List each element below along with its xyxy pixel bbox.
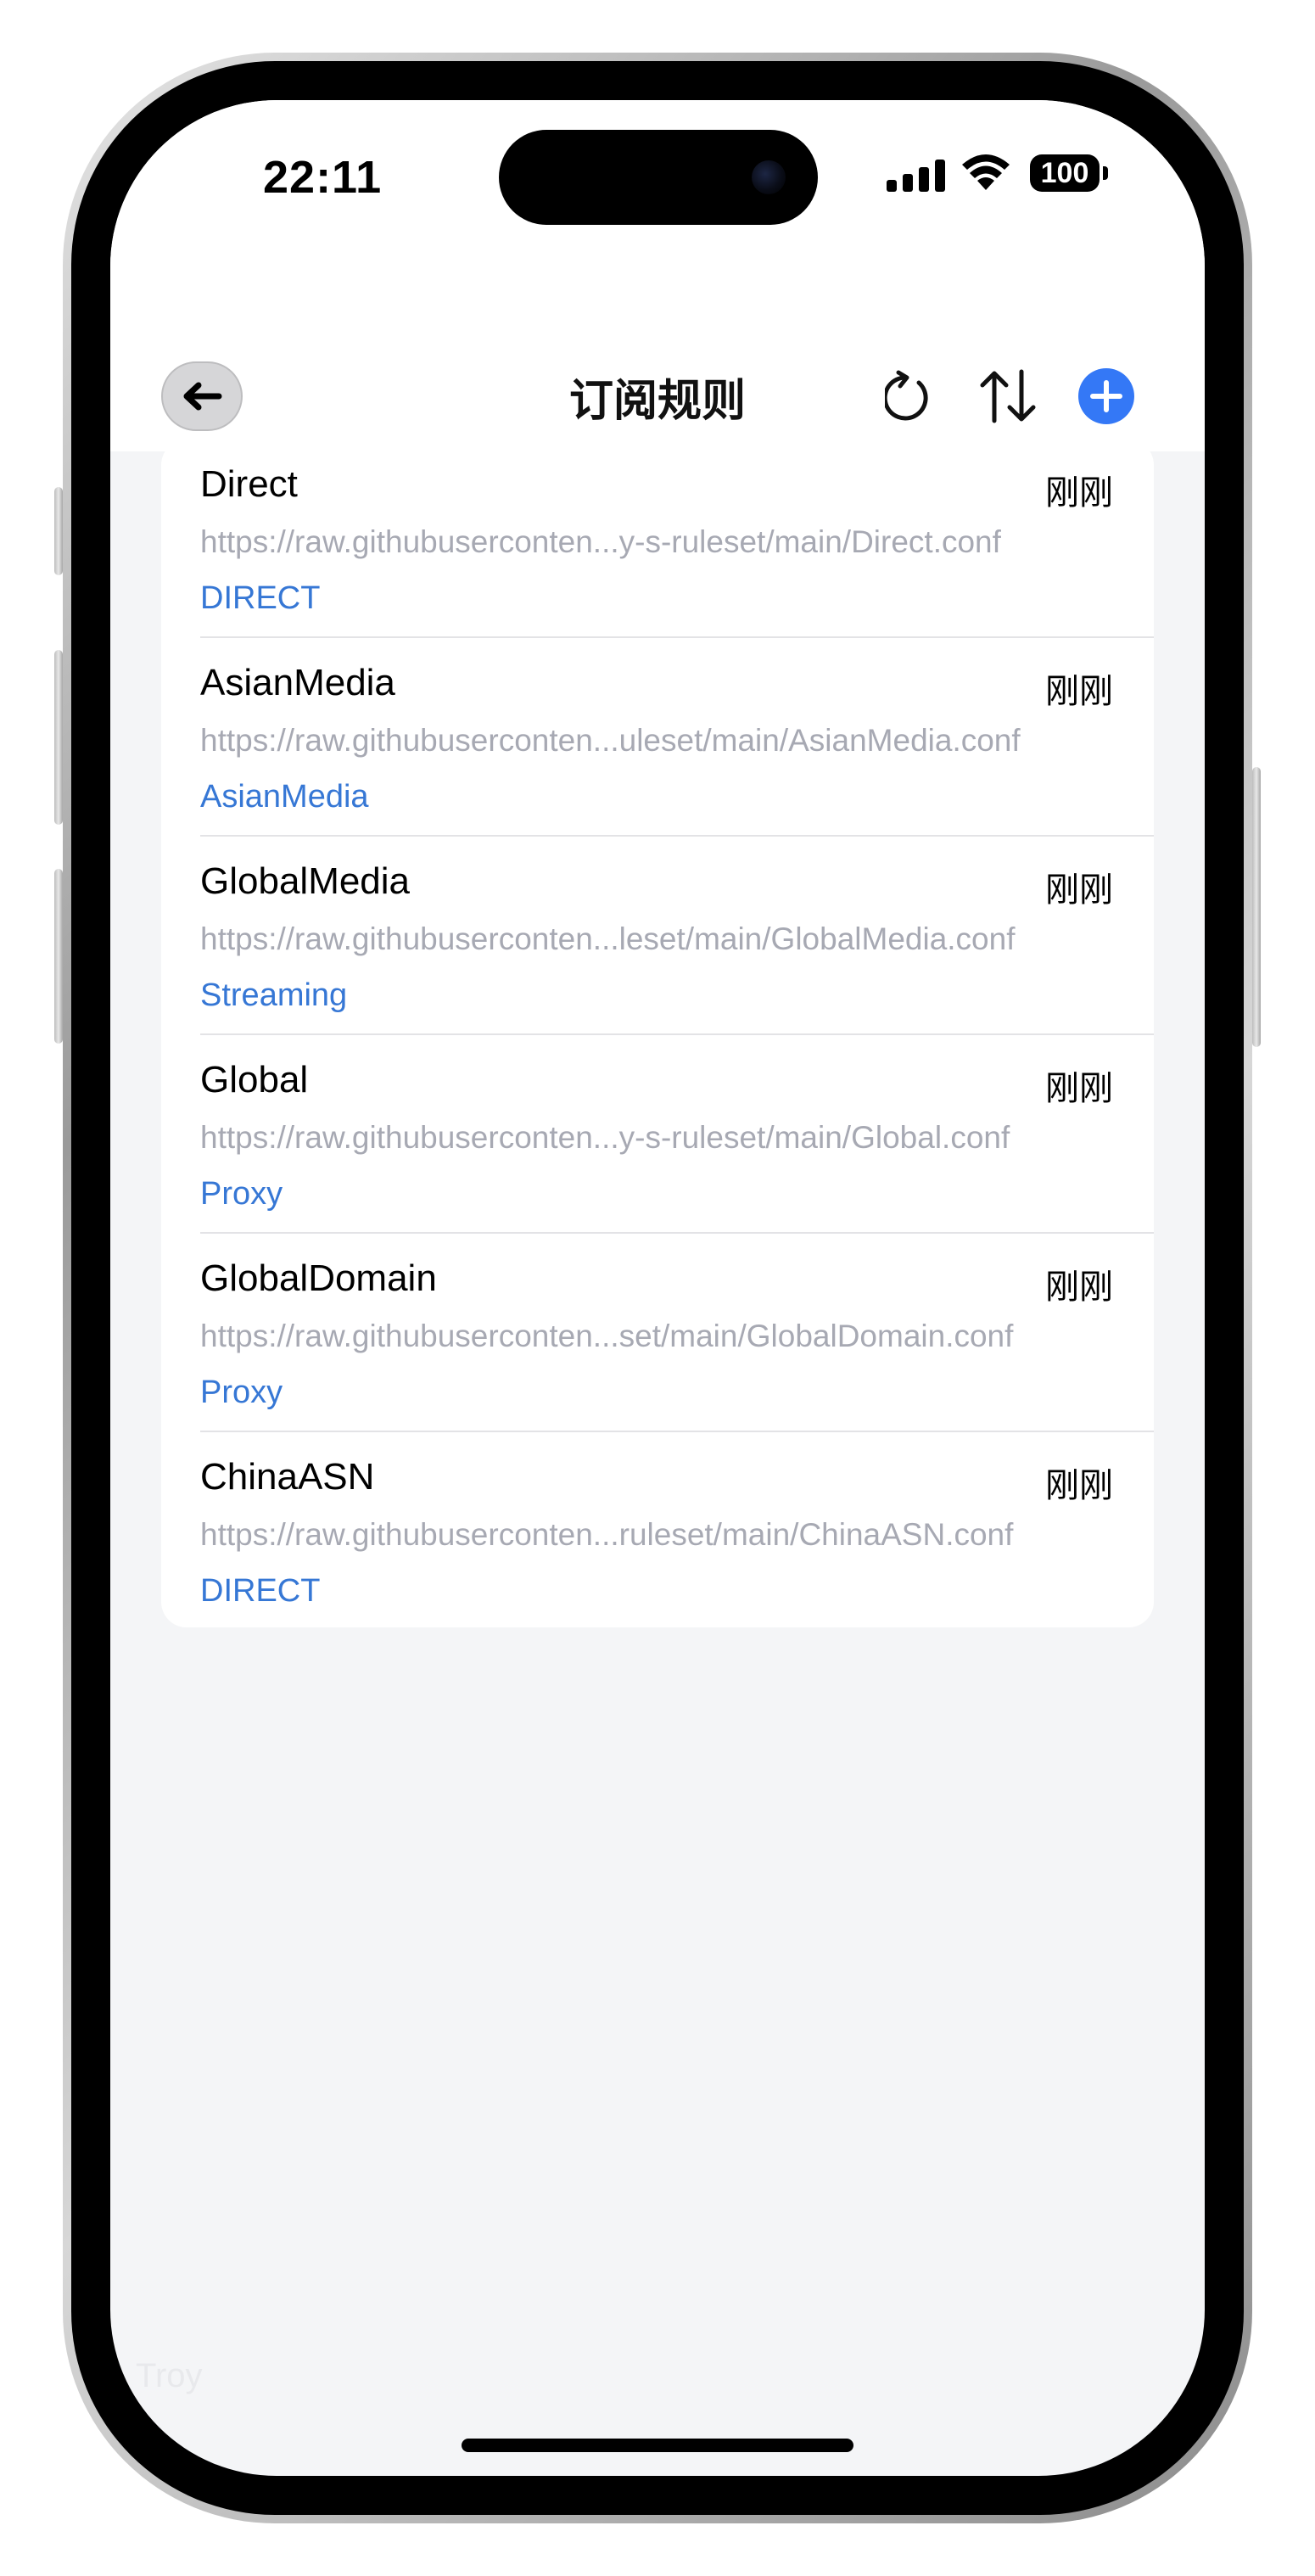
rule-policy: DIRECT [200,580,321,616]
sort-icon [980,369,1036,423]
watermark: Troy [136,2357,203,2394]
battery-cap [1103,166,1108,180]
home-indicator[interactable] [462,2439,853,2452]
battery-icon: 100 [1030,154,1100,192]
rule-name: ChinaASN [200,1456,375,1498]
sort-button[interactable] [974,363,1042,429]
rule-row-asianmedia[interactable]: AsianMedia 刚刚 https://raw.githubusercont… [161,638,1154,837]
phone-screen: 22:11 100 订阅规则 Direct 刚刚 https://raw.git… [110,100,1205,2476]
rule-row-globalmedia[interactable]: GlobalMedia 刚刚 https://raw.githubusercon… [161,837,1154,1035]
rule-url: https://raw.githubuserconten...set/main/… [200,1319,1014,1353]
rule-updated-time: 刚刚 [1045,673,1113,710]
rule-url: https://raw.githubuserconten...y-s-rules… [200,1120,1010,1155]
rule-updated-time: 刚刚 [1045,474,1113,512]
wifi-icon [962,154,1010,190]
refresh-icon [885,370,928,421]
signal-icon [887,160,945,192]
volume-down-button [54,869,63,1044]
rule-name: GlobalDomain [200,1257,437,1299]
rule-row-direct[interactable]: Direct 刚刚 https://raw.githubuserconten..… [161,440,1154,638]
add-button[interactable] [1077,367,1135,425]
rule-url: https://raw.githubuserconten...uleset/ma… [200,723,1021,758]
rule-url: https://raw.githubuserconten...leset/mai… [200,921,1016,956]
rule-policy: AsianMedia [200,779,369,815]
camera-lens [752,160,786,194]
rule-name: Global [200,1059,309,1100]
volume-up-button [54,650,63,825]
rule-updated-time: 刚刚 [1045,871,1113,909]
rule-list: Direct 刚刚 https://raw.githubuserconten..… [161,440,1154,1627]
canvas: 22:11 100 订阅规则 Direct 刚刚 https://raw.git… [0,0,1315,2576]
rule-row-global[interactable]: Global 刚刚 https://raw.githubuserconten..… [161,1035,1154,1234]
refresh-button[interactable] [881,365,940,428]
status-bar: 22:11 100 [110,100,1205,253]
rule-policy: Proxy [200,1176,283,1212]
action-button [54,487,63,575]
rule-row-chinaasn[interactable]: ChinaASN 刚刚 https://raw.githubuserconten… [161,1432,1154,1627]
rule-name: GlobalMedia [200,860,411,902]
navigation-bar: 订阅规则 [110,253,1205,451]
rule-name: AsianMedia [200,662,395,703]
rule-policy: DIRECT [200,1573,321,1609]
rule-updated-time: 刚刚 [1045,1268,1113,1306]
rule-url: https://raw.githubuserconten...y-s-rules… [200,524,1001,559]
rule-updated-time: 刚刚 [1045,1070,1113,1107]
add-icon [1078,368,1134,424]
rule-updated-time: 刚刚 [1045,1467,1113,1504]
rule-policy: Proxy [200,1375,283,1410]
rule-policy: Streaming [200,977,348,1013]
status-time: 22:11 [263,152,383,203]
rule-row-globaldomain[interactable]: GlobalDomain 刚刚 https://raw.githubuserco… [161,1234,1154,1432]
power-button [1252,767,1261,1047]
dynamic-island [499,130,818,225]
rule-url: https://raw.githubuserconten...ruleset/m… [200,1517,1014,1552]
rule-name: Direct [200,463,298,505]
